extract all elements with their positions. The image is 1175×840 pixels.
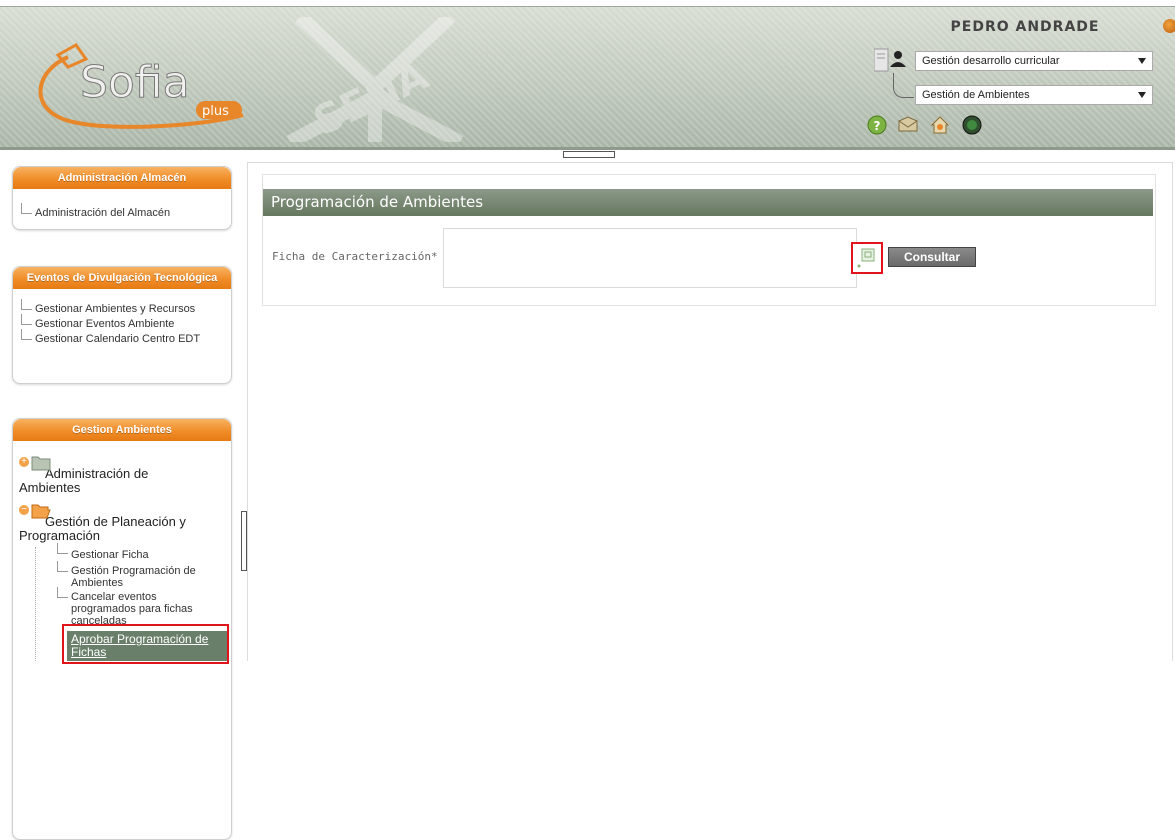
role-select-value: Gestión desarrollo curricular: [922, 55, 1060, 67]
folder-closed-icon: [31, 456, 51, 471]
user-role-icon: [874, 48, 906, 72]
panel-title: Administración Almacén: [13, 167, 231, 189]
folder-administracion-ambientes[interactable]: + Administración de Ambientes: [19, 456, 231, 495]
highlight-box-sidebar: [62, 624, 229, 664]
folder-label: Administración de Ambientes: [19, 466, 149, 495]
svg-text:?: ?: [874, 119, 881, 133]
panel-title: Gestion Ambientes: [13, 419, 231, 441]
help-icon[interactable]: ?: [867, 115, 887, 135]
sidebar-item-gestionar-ficha[interactable]: Gestionar Ficha: [13, 543, 219, 561]
section-title: Programación de Ambientes: [263, 189, 1153, 216]
collapse-icon[interactable]: −: [19, 505, 29, 515]
consultar-button[interactable]: Consultar: [888, 247, 976, 267]
sofia-plus-logo: Sofia plus: [38, 43, 244, 129]
folder-label: Gestión de Planeación y Programación: [19, 514, 186, 543]
sidebar-item-gestion-programacion-ambientes[interactable]: Gestión Programación de Ambientes: [13, 561, 219, 589]
sidebar-item-gestionar-eventos-ambiente[interactable]: Gestionar Eventos Ambiente: [13, 314, 211, 330]
panel-eventos-divulgacion: Eventos de Divulgación Tecnológica Gesti…: [12, 266, 232, 384]
expand-icon[interactable]: +: [19, 457, 29, 467]
panel-title: Eventos de Divulgación Tecnológica: [13, 267, 231, 289]
home-icon[interactable]: [930, 115, 950, 135]
folder-open-icon: [31, 504, 51, 519]
ficha-field[interactable]: [443, 228, 857, 288]
folder-gestion-planeacion[interactable]: − Gestión de Planeación y Programación: [19, 504, 231, 543]
header-collapse-handle[interactable]: [563, 151, 615, 158]
user-name: PEDRO ANDRADE: [950, 19, 1100, 35]
module-select-value: Gestión de Ambientes: [922, 89, 1030, 101]
svg-text:Sofia: Sofia: [80, 57, 190, 108]
app-header: Sofia plus SENA PEDRO ANDRADE Gestión de…: [0, 6, 1175, 150]
sena-watermark: SENA: [286, 17, 464, 142]
panel-administracion-almacen: Administración Almacén Administración de…: [12, 166, 232, 230]
chevron-down-icon: [1138, 92, 1146, 98]
sidebar-item-gestionar-calendario-centro[interactable]: Gestionar Calendario Centro EDT: [13, 329, 211, 345]
select-connector: [893, 73, 914, 98]
chevron-down-icon: [1138, 58, 1146, 64]
sidebar-item-cancelar-eventos[interactable]: Cancelar eventos programados para fichas…: [13, 587, 219, 627]
mail-icon[interactable]: [898, 115, 918, 135]
ficha-label: Ficha de Caracterización*: [272, 250, 438, 263]
module-select[interactable]: Gestión de Ambientes: [915, 85, 1153, 105]
svg-text:plus: plus: [202, 104, 229, 119]
logout-icon[interactable]: [962, 115, 982, 135]
settings-corner-icon[interactable]: [1163, 19, 1175, 33]
role-select[interactable]: Gestión desarrollo curricular: [915, 51, 1153, 71]
search-lookup-button[interactable]: [851, 242, 883, 274]
sidebar-item-gestionar-ambientes-recursos[interactable]: Gestionar Ambientes y Recursos: [13, 299, 211, 315]
sidebar-item-administracion-almacen[interactable]: Administración del Almacén: [13, 203, 231, 219]
